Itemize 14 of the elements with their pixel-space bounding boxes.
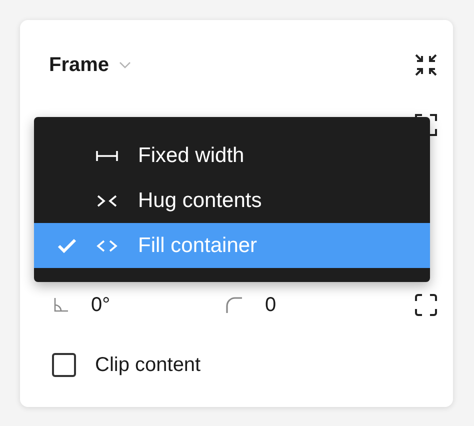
collapse-icon[interactable] (414, 53, 438, 77)
corner-radius-icon (225, 296, 243, 314)
rotation-value[interactable]: 0° (91, 294, 121, 316)
menu-item[interactable]: Hug contents (34, 178, 430, 223)
checkbox[interactable] (52, 353, 76, 377)
corner-radius-value[interactable]: 0 (265, 294, 295, 316)
angle-icon (53, 297, 69, 313)
panel-title: Frame (49, 54, 110, 76)
checkmark-icon (57, 238, 77, 254)
fill-icon (96, 238, 118, 252)
hug-icon (96, 194, 118, 208)
menu-item[interactable]: Fixed width (34, 133, 430, 178)
fixed-width-icon (96, 150, 118, 162)
checkbox-label: Clip content (95, 354, 201, 376)
